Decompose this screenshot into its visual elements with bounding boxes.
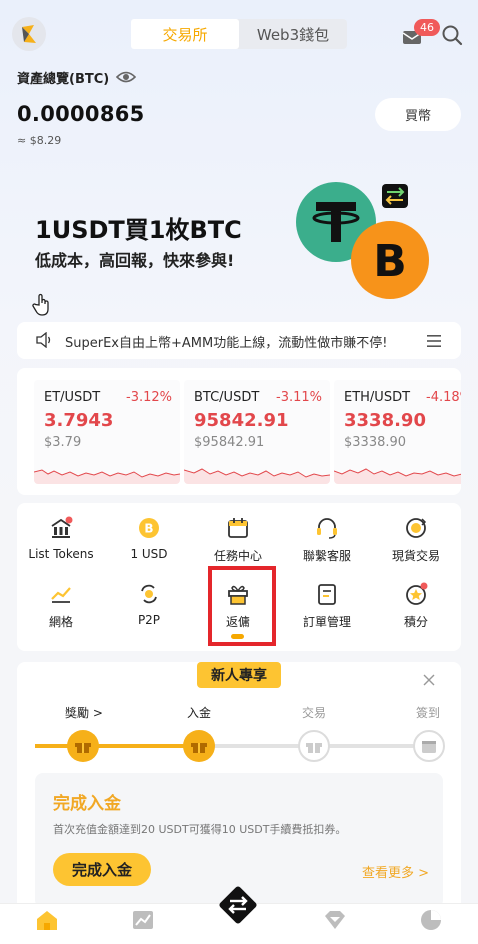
progress-track-done [35, 744, 201, 748]
market-icon[interactable] [130, 907, 156, 933]
step-deposit [183, 730, 215, 762]
function-order-management[interactable]: 訂單管理 [283, 581, 371, 637]
function-label: P2P [137, 613, 161, 627]
p2p-icon [141, 584, 157, 604]
menu-icon[interactable] [426, 333, 442, 347]
tab-web3-wallet[interactable]: Web3錢包 [239, 19, 347, 49]
market-price-usd: $95842.91 [194, 435, 265, 450]
step-label-trade: 交易 [302, 706, 327, 720]
market-card[interactable]: ETH/USDT -4.18% 3338.90 $3338.90 [334, 380, 461, 484]
trade-button[interactable] [214, 881, 262, 929]
assets-label: 資產總覽(BTC) [17, 72, 110, 87]
announcement-text[interactable]: SuperEx自由上幣+AMM功能上線，流動性做市賺不停! [65, 332, 387, 351]
points-icon [406, 582, 428, 605]
buy-crypto-button[interactable]: 買幣 [375, 98, 461, 131]
grid-chart-icon [51, 587, 71, 603]
step-label-reward[interactable]: 獎勵 > [65, 704, 103, 721]
function-1-usd[interactable]: B 1 USD [105, 515, 193, 571]
coin-icon: B [139, 518, 159, 538]
calendar-icon [228, 518, 248, 538]
market-price: 95842.91 [194, 410, 289, 431]
sparkline [34, 469, 180, 484]
market-change: -4.18% [426, 390, 461, 405]
sparkline [334, 468, 461, 484]
earn-icon[interactable] [322, 907, 348, 933]
task-description: 首次充值金額達到20 USDT可獲得10 USDT手續費抵扣券。 [53, 823, 347, 836]
home-icon[interactable] [34, 907, 60, 933]
market-pair: BTC/USDT [194, 390, 260, 405]
sparkline [184, 468, 330, 484]
function-label: 網格 [48, 615, 73, 629]
svg-text:B: B [373, 236, 407, 287]
market-price: 3338.90 [344, 410, 426, 431]
notification-badge: 46 [414, 19, 440, 36]
market-price: 3.7943 [44, 410, 114, 431]
function-label: 現貨交易 [391, 549, 440, 563]
task-title: 完成入金 [53, 794, 121, 814]
order-icon [318, 584, 336, 605]
function-label: 積分 [403, 615, 428, 629]
gift-icon [75, 743, 91, 753]
step-label-deposit: 入金 [187, 706, 212, 720]
function-label: 訂單管理 [302, 615, 351, 629]
function-label: List Tokens [28, 547, 94, 561]
svg-text:B: B [144, 522, 153, 536]
market-pair: ETH/USDT [344, 390, 411, 405]
calendar-icon [422, 741, 436, 753]
gift-icon [306, 743, 322, 753]
function-task-center[interactable]: 任務中心 [194, 515, 282, 571]
banner-subtitle: 低成本，高回報，快來參與! [35, 251, 235, 270]
market-price-usd: $3.79 [44, 435, 82, 450]
function-label: 任務中心 [213, 549, 262, 563]
market-change: -3.12% [126, 390, 172, 405]
mode-switch: 交易所 Web3錢包 [131, 19, 347, 49]
swap-icon [219, 886, 257, 924]
market-ticker: ET/USDT -3.12% 3.7943 $3.79 BTC/USDT -3.… [17, 368, 461, 495]
assets-icon[interactable] [418, 907, 444, 933]
eye-icon[interactable] [115, 69, 137, 85]
market-pair: ET/USDT [44, 390, 101, 405]
gift-icon [191, 743, 207, 753]
search-icon[interactable] [441, 24, 463, 46]
step-checkin [413, 730, 445, 762]
function-spot-trading[interactable]: 現貨交易 [372, 515, 460, 571]
market-card[interactable]: BTC/USDT -3.11% 95842.91 $95842.91 [184, 380, 330, 484]
function-p2p[interactable]: P2P [105, 581, 193, 637]
tab-exchange[interactable]: 交易所 [131, 19, 239, 49]
step-reward [67, 730, 99, 762]
view-more-link[interactable]: 查看更多 > [362, 862, 429, 881]
function-label: 1 USD [130, 547, 168, 561]
banner-coins-illustration: B [290, 178, 440, 303]
market-price-usd: $3338.90 [344, 435, 407, 450]
headset-icon [317, 518, 337, 539]
balance-fiat: ≈ $8.29 [17, 134, 62, 147]
hand-cursor-icon [32, 293, 52, 317]
function-list-tokens[interactable]: List Tokens [17, 515, 105, 571]
function-label: 聯繫客服 [302, 549, 351, 563]
function-grid-trading[interactable]: 網格 [17, 581, 105, 637]
function-points[interactable]: 積分 [372, 581, 460, 637]
speaker-icon [35, 331, 53, 349]
market-card[interactable]: ET/USDT -3.12% 3.7943 $3.79 [34, 380, 180, 484]
page-indicator [231, 634, 244, 639]
market-change: -3.11% [276, 390, 322, 405]
balance-value: 0.0000865 [17, 102, 145, 126]
app-logo[interactable] [12, 17, 46, 51]
step-label-checkin: 簽到 [416, 706, 441, 720]
close-icon[interactable] [423, 671, 435, 686]
step-trade [298, 730, 330, 762]
list-tokens-icon [51, 516, 73, 538]
complete-deposit-button[interactable]: 完成入金 [53, 853, 151, 886]
banner-title[interactable]: 1USDT買1枚BTC [35, 210, 242, 245]
exchange-icon [406, 518, 427, 538]
newcomer-tag: 新人專享 [197, 662, 281, 688]
function-customer-service[interactable]: 聯繫客服 [283, 515, 371, 571]
